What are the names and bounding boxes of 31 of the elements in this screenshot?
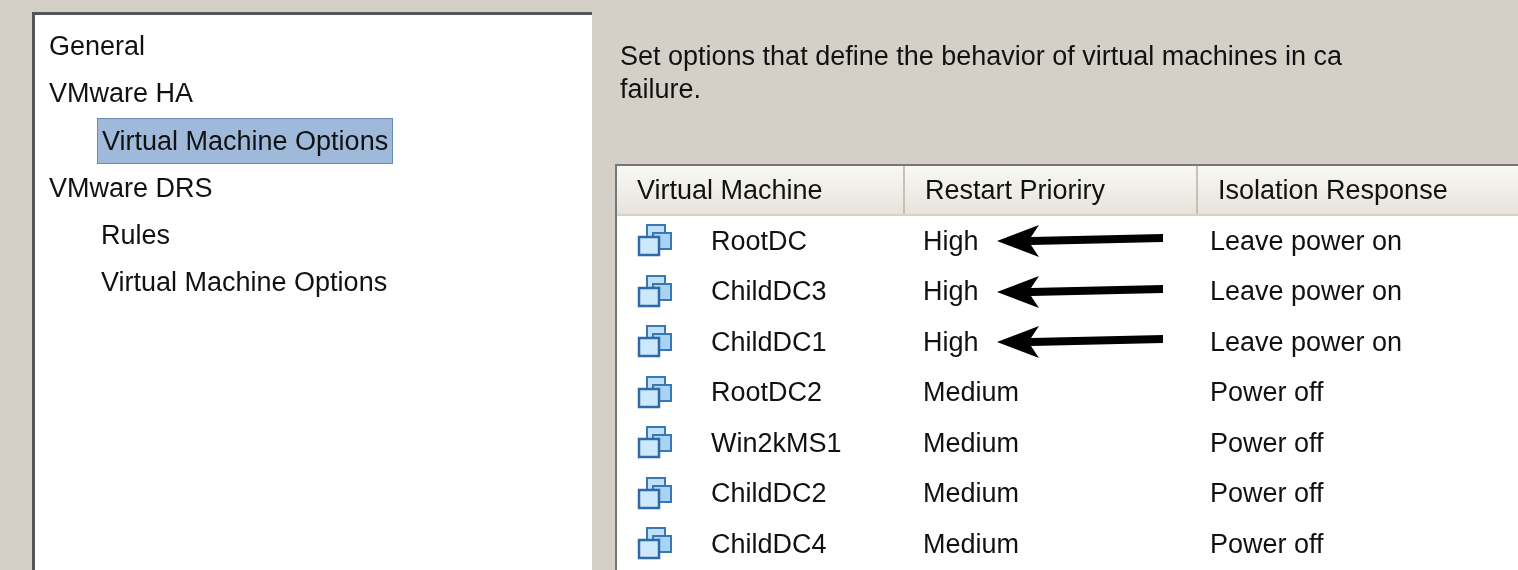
tree-item[interactable]: VMware HA (45, 70, 198, 117)
table-cell: ChildDC1 (711, 326, 827, 358)
table-cell: Leave power on (1210, 225, 1403, 256)
tree-item[interactable]: Rules (97, 212, 175, 259)
table-cell: Power off (1210, 427, 1324, 458)
table-cell: Medium (923, 377, 1020, 409)
description-text: Set options that define the behavior of virtual machines in ca failure. (620, 40, 1343, 106)
table-cell: ChildDC2 (711, 478, 827, 510)
table-cell: High (923, 225, 979, 257)
table-cell: Leave power on (1210, 276, 1403, 307)
table-cell: Power off (1210, 377, 1324, 408)
table-cell: Power off (1210, 528, 1324, 559)
column-header[interactable]: Restart Prioriry (905, 166, 1198, 214)
column-header[interactable]: Virtual Machine (617, 166, 905, 214)
tree-item[interactable]: VMware DRS (45, 165, 217, 212)
table-cell: High (923, 276, 979, 308)
table-cell: RootDC (711, 225, 808, 257)
table-cell: ChildDC3 (711, 276, 827, 308)
table-cell: Power off (1210, 478, 1324, 509)
tree-item[interactable]: General (45, 23, 150, 70)
table-cell: Medium (923, 427, 1020, 459)
tree-item[interactable]: Virtual Machine Options (97, 118, 394, 164)
table-cell: Leave power on (1210, 326, 1403, 357)
table-cell: High (923, 326, 979, 358)
table-cell: RootDC2 (711, 377, 823, 409)
table-cell: Medium (923, 478, 1020, 510)
table-cell: ChildDC4 (711, 528, 827, 560)
table-cell: Medium (923, 528, 1020, 560)
column-header[interactable]: Isolation Response (1198, 166, 1518, 214)
table-cell: Win2kMS1 (711, 427, 842, 459)
tree-item[interactable]: Virtual Machine Options (97, 259, 392, 306)
